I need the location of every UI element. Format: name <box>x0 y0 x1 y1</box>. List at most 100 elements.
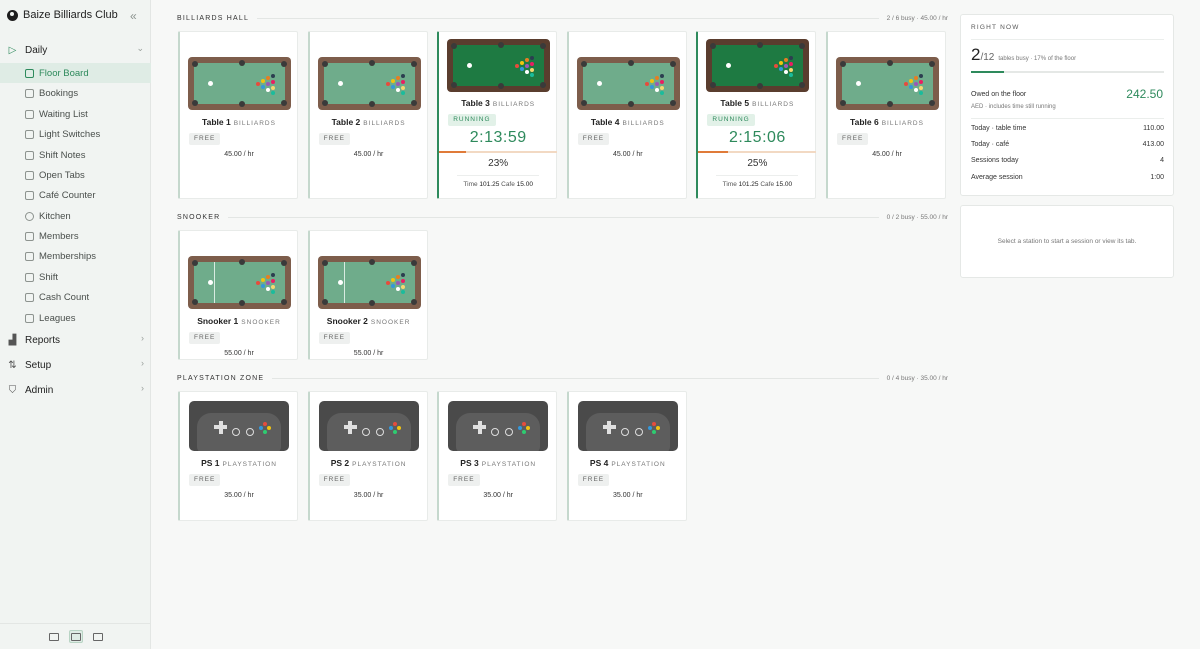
collapse-sidebar-icon[interactable]: « <box>130 9 137 23</box>
cue-ball <box>337 280 343 285</box>
gamepad-body <box>197 413 281 451</box>
object-ball <box>520 61 525 65</box>
sidebar-item-memberships[interactable]: Memberships <box>0 246 151 266</box>
face-button <box>263 430 267 434</box>
table-felt <box>580 60 676 107</box>
stat-value: 4 <box>1160 157 1164 164</box>
sidebar-item-members[interactable]: Members <box>0 226 151 246</box>
sidebar-item-bookings[interactable]: Bookings <box>0 83 151 103</box>
object-ball <box>654 88 659 92</box>
object-ball <box>390 278 395 282</box>
pocket <box>321 100 328 106</box>
pocket <box>239 101 245 107</box>
object-ball <box>914 82 918 86</box>
busy-summary: 2/12 tables busy · 17% of the floor <box>971 45 1076 65</box>
layout-collapsed-icon[interactable] <box>91 630 105 643</box>
pocket <box>239 300 245 306</box>
object-ball <box>266 88 270 92</box>
face-button <box>392 430 397 434</box>
station-title: Table 5 <box>720 98 750 108</box>
snooker-table-icon <box>317 256 421 309</box>
sidebar-item-label: Leagues <box>39 312 76 324</box>
sidebar-item-open-tabs[interactable]: Open Tabs <box>0 165 151 185</box>
table-felt <box>192 259 287 306</box>
pocket <box>840 100 846 106</box>
session-timer: 2:15:06 <box>728 129 786 146</box>
station-card[interactable]: Table 1 BILLIARDS FREE 45.00 / hr <box>178 31 298 199</box>
station-type: BILLIARDS <box>233 120 276 127</box>
nav-group-admin[interactable]: ⛉ Admin › <box>0 380 151 400</box>
station-card[interactable]: Table 3 BILLIARDS RUNNING 2:13:59 23% Time 10… <box>437 31 558 199</box>
left-stick <box>491 428 500 436</box>
object-ball <box>530 62 535 66</box>
pocket <box>368 101 375 107</box>
station-card[interactable]: Snooker 1 SNOOKER FREE 55.00 / hr <box>178 230 298 360</box>
pocket <box>451 82 458 88</box>
cue-ball <box>726 63 732 68</box>
object-ball <box>914 88 918 92</box>
station-title: Snooker 2 <box>326 316 368 326</box>
billiards-table-icon <box>188 57 291 110</box>
object-ball <box>789 56 794 60</box>
cafe-value: 15.00 <box>516 181 533 188</box>
sidebar-item-leagues[interactable]: Leagues <box>0 308 151 328</box>
session-charges: Time 101.25 Cafe 15.00 <box>698 181 816 188</box>
layout-split-icon[interactable] <box>47 630 61 643</box>
pocket <box>368 300 375 306</box>
station-card[interactable]: Table 5 BILLIARDS RUNNING 2:15:06 25% Time 10… <box>696 31 817 199</box>
object-ball <box>525 58 530 62</box>
object-ball <box>266 281 270 285</box>
sidebar-item-shift-notes[interactable]: Shift Notes <box>0 145 151 165</box>
object-ball <box>256 82 260 86</box>
station-card[interactable]: Snooker 2 SNOOKER FREE 55.00 / hr <box>307 230 428 360</box>
cash-icon <box>25 292 34 302</box>
object-ball <box>395 287 400 291</box>
object-ball <box>261 79 265 83</box>
station-card[interactable]: Table 4 BILLIARDS FREE 45.00 / hr <box>566 31 687 199</box>
sidebar-item-floor-board[interactable]: Floor Board <box>0 63 151 83</box>
sidebar-item-cash-count[interactable]: Cash Count <box>0 287 151 307</box>
nav-group-daily[interactable]: ▷ Daily ⌄ <box>0 40 151 60</box>
nav-group-setup[interactable]: ⇅ Setup › <box>0 355 151 375</box>
station-card[interactable]: Table 2 BILLIARDS FREE 45.00 / hr <box>307 31 428 199</box>
divider <box>971 118 1164 119</box>
layout-sidebar-icon[interactable] <box>68 630 83 643</box>
pocket <box>887 60 893 66</box>
pocket <box>799 82 806 88</box>
station-name: Table 2 BILLIARDS <box>310 117 428 127</box>
hourly-rate: 35.00 / hr <box>483 492 513 499</box>
station-title: Table 6 <box>850 117 879 127</box>
station-card[interactable]: PS 3 PLAYSTATION FREE 35.00 / hr <box>437 391 558 521</box>
pocket <box>192 100 198 106</box>
gamepad-icon <box>189 401 289 451</box>
pocket <box>368 259 375 265</box>
sidebar-item-label: Memberships <box>39 250 97 262</box>
object-ball <box>784 64 789 68</box>
station-card[interactable]: PS 2 PLAYSTATION FREE 35.00 / hr <box>307 391 428 521</box>
nav-group-label: Reports <box>25 334 61 346</box>
station-card[interactable]: Table 6 BILLIARDS FREE 45.00 / hr <box>826 31 946 199</box>
sidebar-item-shift[interactable]: Shift <box>0 267 151 287</box>
nav-group-reports[interactable]: ▟ Reports › <box>0 330 151 350</box>
station-title: Table 4 <box>590 117 620 127</box>
sidebar-item-cafe-counter[interactable]: Café Counter <box>0 185 151 205</box>
station-card[interactable]: PS 1 PLAYSTATION FREE 35.00 / hr <box>178 391 298 521</box>
object-ball <box>789 68 794 72</box>
station-card[interactable]: PS 4 PLAYSTATION FREE 35.00 / hr <box>566 391 687 521</box>
face-button <box>259 426 263 430</box>
object-ball <box>919 91 923 95</box>
table-felt <box>192 60 287 107</box>
brand[interactable]: Baize Billiards Club <box>7 9 118 21</box>
sidebar-item-waiting-list[interactable]: Waiting List <box>0 104 151 124</box>
stat-value: 413.00 <box>1142 141 1164 148</box>
owed-label: Owed on the floor <box>971 91 1027 98</box>
sidebar-item-label: Shift <box>39 271 59 283</box>
pocket <box>710 82 717 88</box>
divider <box>457 175 540 176</box>
sidebar-item-kitchen[interactable]: Kitchen <box>0 206 151 226</box>
object-ball <box>654 82 659 86</box>
club-logo-icon <box>7 9 18 21</box>
swap-icon <box>25 272 34 282</box>
sidebar-item-light-switches[interactable]: Light Switches <box>0 124 151 144</box>
object-ball <box>271 273 275 277</box>
